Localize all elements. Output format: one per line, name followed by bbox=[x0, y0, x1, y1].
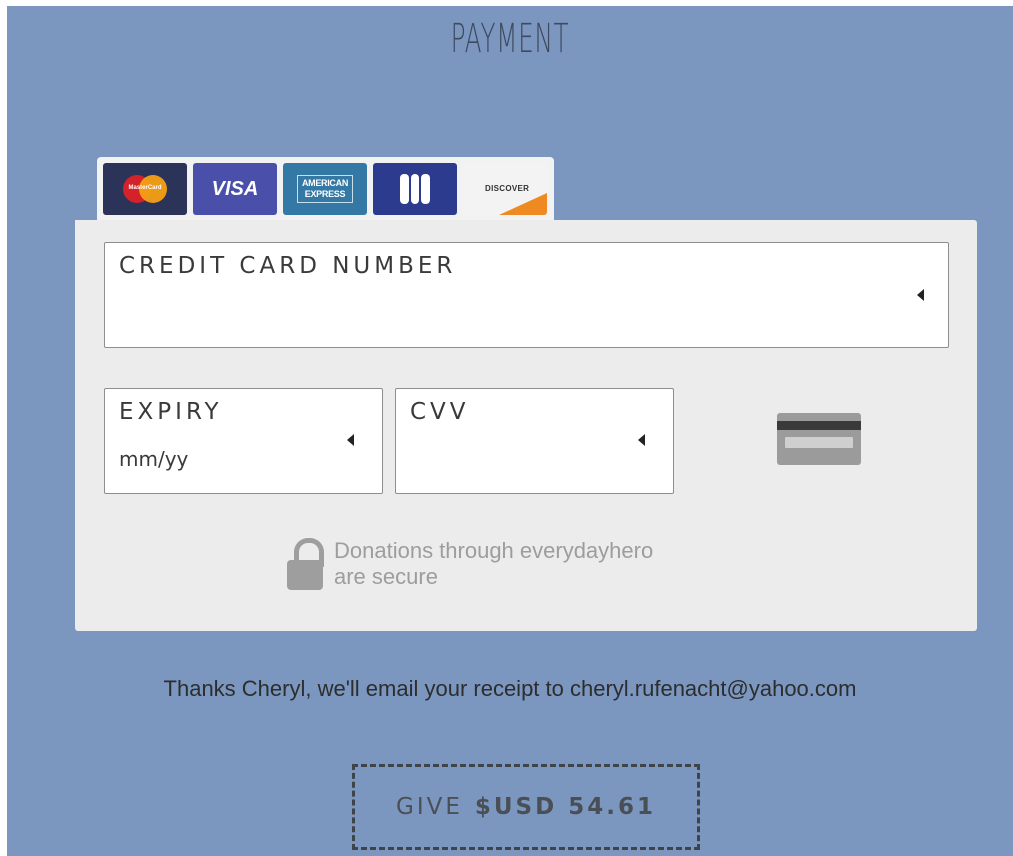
page-title: PAYMENT bbox=[450, 16, 570, 62]
discover-logo-icon: DISCOVER bbox=[463, 163, 547, 215]
tab-visa[interactable]: VISA bbox=[193, 163, 277, 215]
payment-form: CREDIT CARD NUMBER EXPIRY mm/yy CVV Dona… bbox=[75, 220, 977, 631]
caret-left-icon bbox=[917, 289, 924, 301]
secure-notice: Donations through everydayhero are secur… bbox=[287, 538, 787, 598]
give-button[interactable]: GIVE $USD 54.61 bbox=[352, 764, 700, 850]
lock-icon bbox=[287, 538, 325, 594]
tab-jcb[interactable] bbox=[373, 163, 457, 215]
receipt-message: Thanks Cheryl, we'll email your receipt … bbox=[163, 676, 857, 701]
expiry-field[interactable]: EXPIRY mm/yy bbox=[104, 388, 383, 494]
caret-left-icon bbox=[347, 434, 354, 446]
tab-discover[interactable]: DISCOVER bbox=[463, 163, 547, 215]
cvv-field[interactable]: CVV bbox=[395, 388, 674, 494]
visa-logo-icon: VISA bbox=[211, 177, 259, 200]
tab-mastercard[interactable]: MasterCard bbox=[103, 163, 187, 215]
amex-logo-icon: AMERICAN EXPRESS bbox=[296, 175, 354, 203]
give-label: GIVE bbox=[396, 794, 463, 820]
mastercard-logo-icon: MasterCard bbox=[119, 175, 171, 203]
credit-card-back-icon bbox=[777, 413, 861, 465]
card-number-field[interactable]: CREDIT CARD NUMBER bbox=[104, 242, 949, 348]
tab-amex[interactable]: AMERICAN EXPRESS bbox=[283, 163, 367, 215]
expiry-label: EXPIRY bbox=[119, 399, 223, 425]
mastercard-label: MasterCard bbox=[128, 185, 162, 191]
jcb-logo-icon bbox=[400, 174, 430, 204]
expiry-input[interactable]: mm/yy bbox=[119, 447, 188, 471]
card-number-label: CREDIT CARD NUMBER bbox=[119, 253, 457, 279]
secure-text: Donations through everydayhero are secur… bbox=[334, 538, 654, 589]
card-type-tabs: MasterCard VISA AMERICAN EXPRESS DISCOVE… bbox=[97, 157, 554, 221]
payment-panel: PAYMENT MasterCard VISA AMERICAN EXPRESS bbox=[7, 6, 1013, 856]
cvv-label: CVV bbox=[410, 399, 470, 425]
give-amount: $USD 54.61 bbox=[474, 794, 656, 820]
caret-left-icon bbox=[638, 434, 645, 446]
